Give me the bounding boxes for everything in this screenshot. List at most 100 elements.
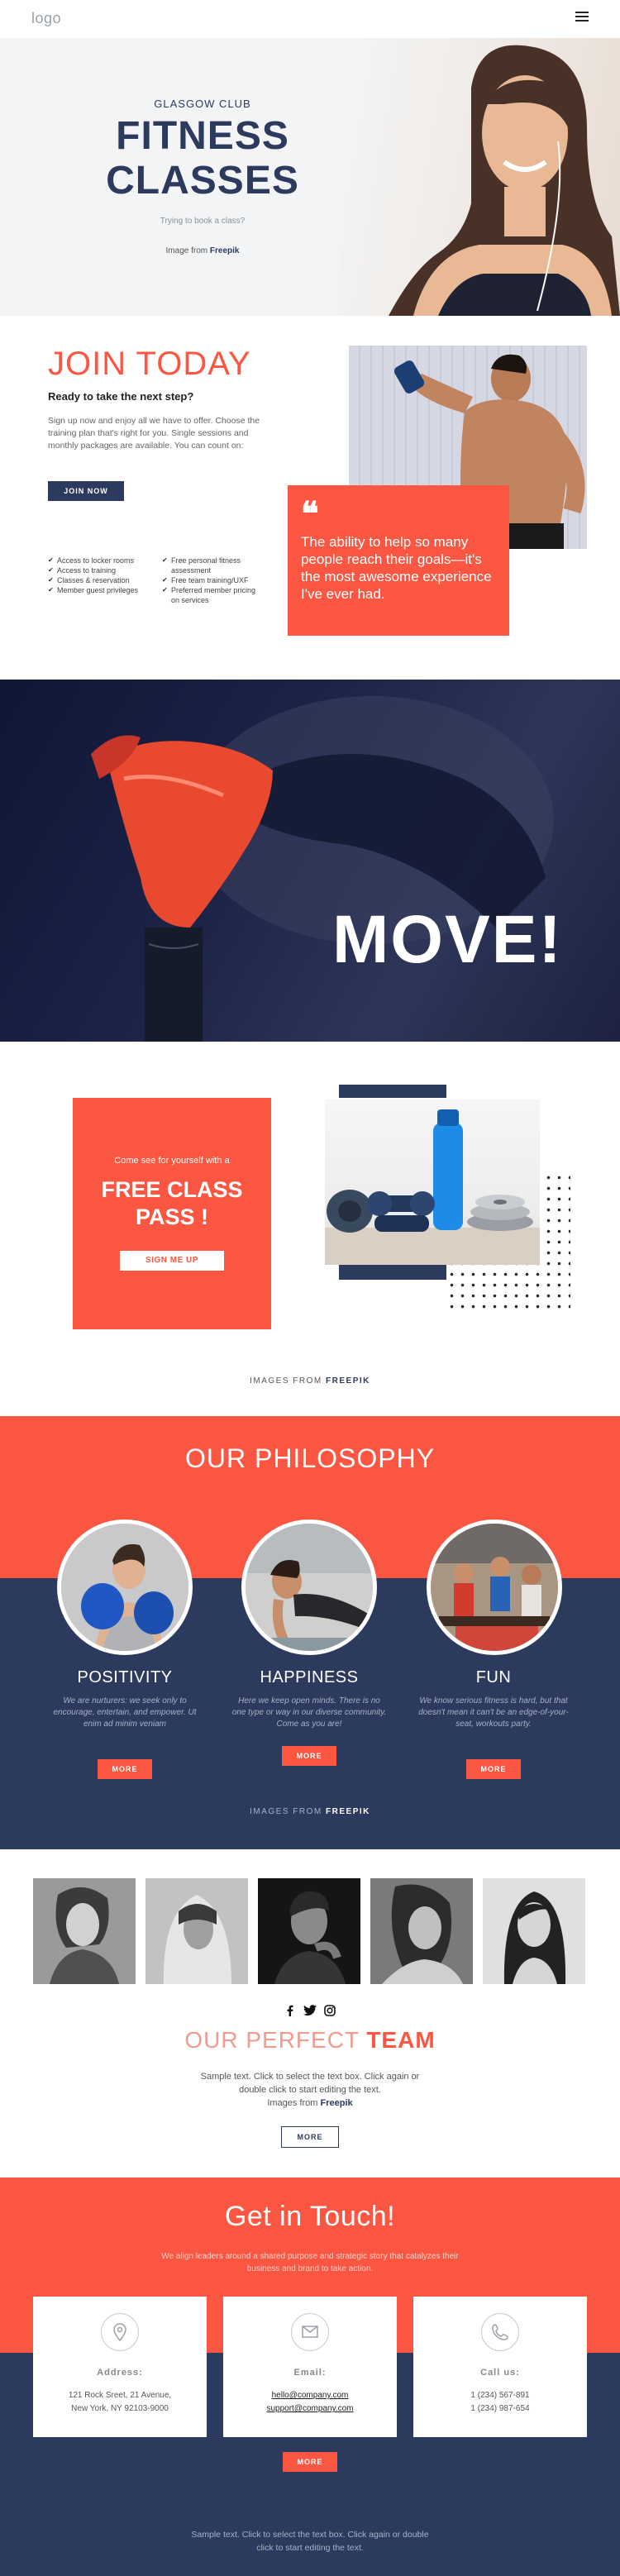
happiness-photo xyxy=(241,1519,377,1655)
address-line1: 121 Rock Sreet, 21 Avenue, xyxy=(68,2391,172,2400)
hero-credit-link[interactable]: Freepik xyxy=(210,246,240,255)
philosophy-item-desc: We know serious fitness is hard, but tha… xyxy=(418,1696,569,1729)
team-text: Sample text. Click to select the text bo… xyxy=(186,2070,434,2110)
gym-group-illustration xyxy=(431,1524,558,1651)
happiness-more-button[interactable]: MORE xyxy=(282,1746,336,1766)
join-title: JOIN TODAY xyxy=(48,346,251,382)
pass-title-line1: FREE CLASS xyxy=(101,1177,243,1202)
phone-line2[interactable]: 1 (234) 987-654 xyxy=(413,2404,587,2413)
address-label: Address: xyxy=(97,2368,143,2378)
mail-glyph xyxy=(302,2326,318,2338)
equipment-photo xyxy=(325,1100,540,1265)
email-label: Email: xyxy=(293,2368,327,2378)
address-line2: New York, NY 92103-9000 xyxy=(71,2404,169,2413)
philosophy-item-happiness: HAPPINESS Here we keep open minds. There… xyxy=(231,1668,388,1730)
philosophy-item-name: POSITIVITY xyxy=(77,1668,173,1686)
sign-me-up-button[interactable]: SIGN ME UP xyxy=(120,1251,224,1271)
hero-woman-illustration xyxy=(389,45,620,316)
positivity-more-button[interactable]: MORE xyxy=(98,1759,152,1779)
instagram-icon[interactable] xyxy=(324,2005,336,2019)
list-item: Access to locker rooms xyxy=(48,556,138,565)
boxer-illustration xyxy=(61,1524,188,1651)
philosophy-item-name: FUN xyxy=(475,1668,512,1686)
boxing-kick-illustration xyxy=(91,696,554,1042)
move-banner: MOVE! xyxy=(0,680,620,1042)
philosophy-item-desc: We are nurturers: we seek only to encour… xyxy=(53,1696,197,1729)
hero-subtitle: GLASGOW CLUB xyxy=(154,98,251,110)
fun-photo xyxy=(427,1519,562,1655)
philosophy-title: OUR PHILOSOPHY xyxy=(184,1443,436,1473)
team-credit: Images from Freepik xyxy=(186,2097,434,2110)
images-credit-prefix: IMAGES FROM xyxy=(250,1376,327,1386)
team-member-2-illustration xyxy=(145,1878,248,1984)
hero-credit: Image from Freepik xyxy=(83,246,322,255)
images-credit-link[interactable]: FREEPIK xyxy=(326,1376,370,1386)
list-item: Member guest privileges xyxy=(48,585,138,595)
team-credit-prefix: Images from xyxy=(267,2098,321,2108)
phone-label: Call us: xyxy=(480,2368,520,2378)
list-item-text: Free personal fitness xyxy=(171,556,241,565)
email-link-hello[interactable]: hello@company.com xyxy=(272,2391,349,2400)
phone-card: Call us: 1 (234) 567-891 1 (234) 987-654 xyxy=(413,2297,587,2437)
hero-title-line1: FITNESS xyxy=(116,114,289,158)
list-item: Preferred member pricing on services xyxy=(162,585,255,605)
philosophy-item-fun: FUN We know serious fitness is hard, but… xyxy=(415,1668,572,1730)
phone-icon xyxy=(481,2313,519,2351)
team-member-5-illustration xyxy=(483,1878,585,1984)
team-more-button[interactable]: MORE xyxy=(281,2126,339,2148)
hamburger-menu-icon[interactable] xyxy=(575,12,589,23)
philosophy-item-name: HAPPINESS xyxy=(260,1668,359,1686)
join-text: Sign up now and enjoy all we have to off… xyxy=(48,416,260,451)
contact-title: Get in Touch! xyxy=(224,2201,396,2232)
fun-more-button[interactable]: MORE xyxy=(466,1759,521,1779)
equipment-illustration xyxy=(325,1109,540,1265)
phone-line1[interactable]: 1 (234) 567-891 xyxy=(413,2391,587,2400)
images-credit-prefix: IMAGES FROM xyxy=(250,1807,327,1816)
philosophy-item-desc: Here we keep open minds. There is no one… xyxy=(231,1696,387,1729)
address-card: Address: 121 Rock Sreet, 21 Avenue, New … xyxy=(33,2297,207,2437)
images-credit-link[interactable]: FREEPIK xyxy=(326,1807,370,1816)
plank-illustration xyxy=(246,1524,373,1651)
contact-lead: We align leaders around a shared purpose… xyxy=(161,2252,459,2273)
quote-icon: ❝ xyxy=(301,494,319,533)
join-subtitle: Ready to take the next step? xyxy=(48,390,194,403)
hero-credit-prefix: Image from xyxy=(165,246,210,255)
team-title: OUR PERFECT TEAM xyxy=(0,2027,620,2054)
list-item: Free personal fitnessassessment xyxy=(162,556,255,575)
list-item: Free team training/UXF xyxy=(162,575,255,585)
list-item: Access to training xyxy=(48,565,138,575)
mail-icon xyxy=(291,2313,329,2351)
move-title: MOVE! xyxy=(332,902,563,977)
footer-text: Sample text. Click to select the text bo… xyxy=(191,2530,429,2553)
hero-title-line2: CLASSES xyxy=(106,159,299,203)
twitter-icon-glyph xyxy=(303,2005,317,2015)
features-list-left: Access to locker rooms Access to trainin… xyxy=(48,556,138,595)
join-now-button[interactable]: JOIN NOW xyxy=(48,481,124,501)
instagram-icon-glyph xyxy=(324,2005,336,2016)
site-header: logo xyxy=(0,0,620,38)
twitter-icon[interactable] xyxy=(303,2005,317,2019)
pass-intro: Come see for yourself with a xyxy=(114,1156,230,1166)
list-item: Classes & reservation xyxy=(48,575,138,585)
team-title-bold: TEAM xyxy=(366,2027,436,2053)
list-item-text: assessment xyxy=(171,566,212,575)
team-credit-link[interactable]: Freepik xyxy=(321,2098,353,2108)
pass-title: FREE CLASS PASS ! xyxy=(73,1176,271,1231)
team-member-photo xyxy=(370,1878,473,1984)
team-title-light: OUR PERFECT xyxy=(184,2027,367,2053)
phone-glyph xyxy=(492,2324,508,2340)
team-member-photo xyxy=(33,1878,136,1984)
email-link-support[interactable]: support@company.com xyxy=(266,2404,353,2413)
location-pin-icon xyxy=(101,2313,139,2351)
images-credit: IMAGES FROM FREEPIK xyxy=(0,1807,620,1816)
team-description: Sample text. Click to select the text bo… xyxy=(200,2072,420,2095)
quote-text: The ability to help so many people reach… xyxy=(301,534,492,602)
team-member-1-illustration xyxy=(33,1878,136,1984)
facebook-icon[interactable] xyxy=(284,2005,296,2019)
features-list-right: Free personal fitnessassessment Free tea… xyxy=(162,556,255,605)
contact-more-button[interactable]: MORE xyxy=(283,2452,337,2472)
testimonial-quote: ❝ The ability to help so many people rea… xyxy=(288,485,509,636)
logo[interactable]: logo xyxy=(31,10,61,27)
facebook-icon-glyph xyxy=(287,2005,293,2016)
philosophy-item-positivity: POSITIVITY We are nurturers: we seek onl… xyxy=(46,1668,203,1730)
